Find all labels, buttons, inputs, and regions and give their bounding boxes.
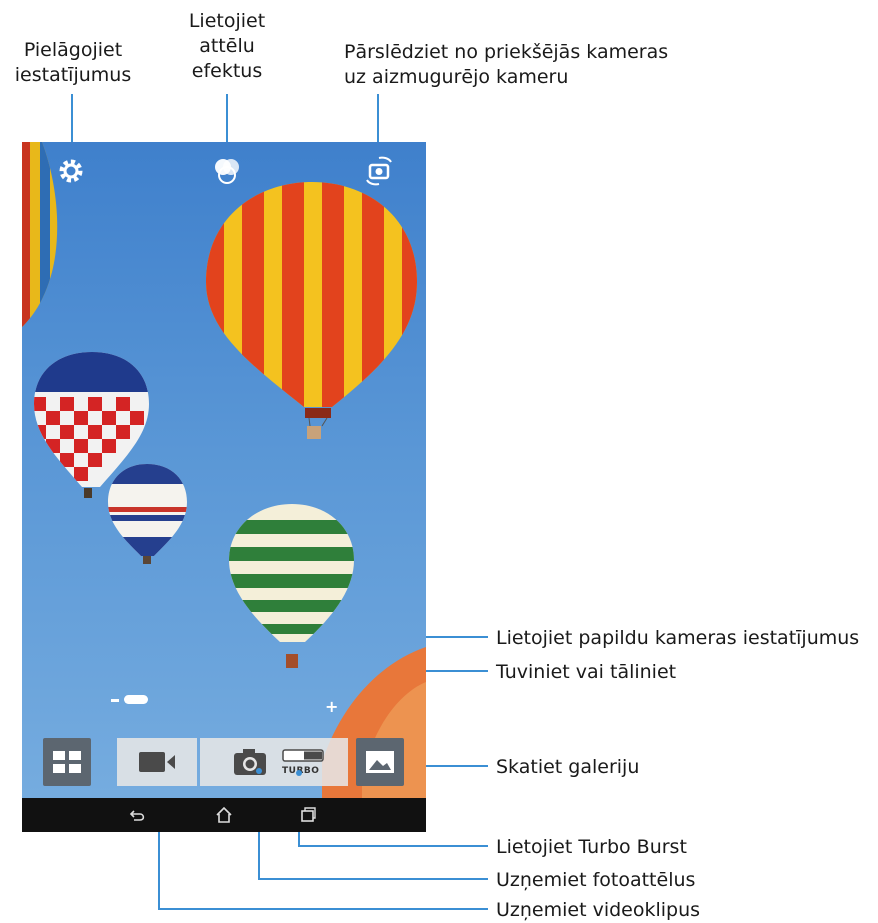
back-icon[interactable] [128,805,148,825]
gear-icon[interactable] [54,154,88,188]
navigation-bar [22,798,426,832]
video-camera-icon [139,752,175,772]
callout-effects: Lietojiet attēlu efektus [188,10,266,82]
callout-turbo-burst: Lietojiet Turbo Burst [496,836,687,858]
callout-gallery: Skatiet galeriju [496,756,640,778]
effects-icon[interactable] [210,154,244,188]
balloon-green [229,504,354,668]
gallery-button[interactable] [356,738,404,786]
balloon-scene [22,142,426,832]
balloon-small [108,464,187,564]
grid-icon [53,751,81,773]
zoom-plus[interactable]: + [325,699,338,715]
take-photo-button[interactable]: TURBO [200,738,348,786]
leader-turbo-h [298,845,488,847]
toggle-icon[interactable] [282,748,326,764]
callout-record-video: Uzņemiet videoklipus [496,899,701,921]
callout-zoom: Tuviniet vai tāliniet [496,661,677,683]
camera-viewfinder[interactable]: + TURBO [22,142,426,832]
image-icon [366,751,394,773]
leader-dot-photo [256,768,262,774]
advanced-settings-button[interactable] [43,738,91,786]
callout-advanced-settings: Lietojiet papildu kameras iestatījumus [496,627,860,649]
leader-video-h [158,908,488,910]
leader-dot-turbo [296,770,302,776]
camera-switch-icon[interactable] [362,154,396,188]
callout-switch-camera: Pārslēdziet no priekšējās kameras uz aiz… [344,41,669,88]
zoom-minus[interactable] [111,699,119,702]
balloon-large [206,182,417,439]
zoom-slider-thumb[interactable] [124,695,148,704]
home-icon[interactable] [214,805,234,825]
record-video-button[interactable] [117,738,197,786]
callout-settings: Pielāgojiet iestatījumus [14,39,132,86]
recent-apps-icon[interactable] [298,805,318,825]
leader-photo-h [258,878,488,880]
callout-take-photos: Uzņemiet fotoattēlus [496,869,696,891]
